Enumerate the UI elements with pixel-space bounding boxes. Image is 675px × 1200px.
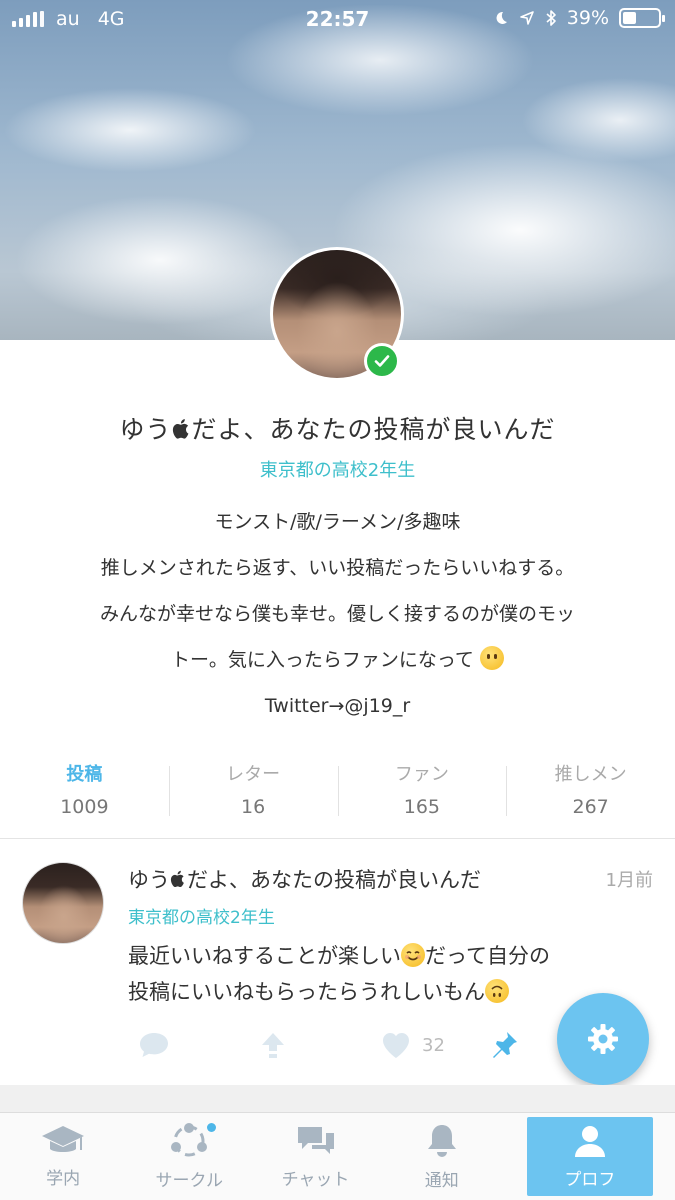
post-author-school: 東京都の高校2年生 — [128, 908, 275, 928]
bio-line: トー。気に入ったらファンになって — [20, 643, 655, 689]
status-bar: au 4G 22:57 39% — [0, 0, 675, 40]
tab-circle[interactable]: サークル — [126, 1113, 252, 1200]
stat-posts-tab[interactable]: 投稿 1009 — [0, 760, 169, 830]
bio-twitter-link[interactable]: Twitter→@j19_r — [20, 689, 655, 735]
chat-bubbles-icon — [297, 1127, 334, 1154]
bell-icon — [427, 1125, 456, 1157]
like-count: 32 — [422, 1034, 445, 1056]
comment-icon — [140, 1033, 168, 1057]
comment-button[interactable] — [138, 1025, 170, 1065]
post-author-name[interactable]: ゆう だよ、あなたの投稿が良いんだ — [128, 864, 481, 894]
apple-logo-icon — [170, 870, 184, 888]
profile-name-prefix: ゆう — [119, 415, 172, 444]
tab-label: 通知 — [424, 1171, 459, 1191]
tab-profile[interactable]: プロフ — [526, 1117, 654, 1196]
upside-down-face-emoji-icon — [485, 979, 509, 1003]
stat-value: 165 — [403, 796, 440, 818]
pin-icon — [493, 1032, 517, 1058]
bluetooth-icon — [546, 10, 556, 26]
stat-fans-tab[interactable]: ファン 165 — [337, 760, 507, 830]
tab-notifications[interactable]: 通知 — [379, 1113, 505, 1200]
like-button[interactable]: 32 — [380, 1025, 445, 1065]
smiling-face-emoji-icon — [401, 943, 425, 967]
app-screen: au 4G 22:57 39% ゆう だよ、あなたの投稿が良いんだ 東京都の高校2… — [0, 0, 675, 1200]
post-author-suffix: だよ、あなたの投稿が良いんだ — [187, 868, 481, 892]
bio-line: みんなが幸せなら僕も幸せ。優しく接するのが僕のモッ — [99, 603, 575, 625]
stat-label: 推しメン — [554, 764, 627, 785]
stat-label: 投稿 — [66, 764, 103, 785]
post-text: だって自分の — [425, 944, 550, 968]
tab-label: チャット — [281, 1170, 350, 1190]
apple-logo-icon — [172, 419, 188, 439]
graduation-cap-icon — [42, 1126, 85, 1152]
stat-value: 267 — [572, 796, 609, 818]
bio-line: モンスト/歌/ラーメン/多趣味 — [214, 511, 461, 533]
tab-chat[interactable]: チャット — [252, 1113, 378, 1200]
bottom-tab-bar: 学内 サークル チャット 通知 プロフ — [0, 1112, 675, 1200]
battery-icon — [619, 8, 665, 28]
gear-icon — [588, 1024, 618, 1054]
battery-level — [623, 12, 637, 24]
verified-check-icon — [364, 343, 400, 379]
repost-button[interactable] — [258, 1025, 288, 1065]
post-text: 投稿にいいねもらったらうれしいもん — [128, 980, 485, 1004]
person-icon — [574, 1126, 605, 1157]
profile-name-suffix: だよ、あなたの投稿が良いんだ — [191, 415, 556, 444]
tab-label: サークル — [155, 1171, 224, 1191]
bio-line: 推しメンされたら返す、いい投稿だったらいいねする。 — [100, 557, 575, 579]
profile-bio: モンスト/歌/ラーメン/多趣味 推しメンされたら返す、いい投稿だったらいいねする… — [20, 505, 655, 735]
post-text: 最近いいねすることが楽しい — [128, 944, 401, 968]
tab-label: プロフ — [564, 1170, 616, 1190]
post-author-avatar[interactable] — [22, 862, 104, 944]
neutral-face-emoji-icon — [479, 646, 504, 670]
profile-avatar[interactable] — [270, 247, 404, 381]
post-timestamp: 1月前 — [605, 870, 653, 891]
tab-campus[interactable]: 学内 — [0, 1113, 126, 1200]
moon-icon — [496, 11, 507, 24]
location-icon — [519, 11, 534, 25]
heart-icon — [383, 1033, 409, 1058]
battery-percent: 39% — [566, 7, 609, 29]
section-spacer — [0, 1085, 675, 1112]
settings-fab-button[interactable] — [557, 993, 649, 1085]
profile-school: 東京都の高校2年生 — [259, 460, 416, 481]
profile-name: ゆう だよ、あなたの投稿が良いんだ — [0, 410, 675, 446]
divider — [0, 838, 675, 839]
stat-value: 1009 — [60, 796, 109, 818]
tab-label: 学内 — [46, 1169, 81, 1189]
stat-letters-tab[interactable]: レター 16 — [168, 760, 338, 830]
pin-button[interactable] — [488, 1025, 520, 1065]
profile-stats: 投稿 1009 レター 16 ファン 165 推しメン 267 — [0, 760, 675, 830]
stat-label: レター — [226, 764, 281, 785]
circle-network-icon — [171, 1123, 208, 1157]
stat-oshimen-tab[interactable]: 推しメン 267 — [506, 760, 675, 830]
bio-line-text: トー。気に入ったらファンになって — [171, 649, 474, 671]
arrow-up-icon — [262, 1033, 284, 1058]
notification-dot — [207, 1123, 217, 1132]
post-author-prefix: ゆう — [128, 868, 170, 892]
post-body[interactable]: 最近いいねすることが楽しい だって自分の 投稿にいいねもらったらうれしいもん — [128, 938, 648, 1010]
post-actions: 32 — [128, 1025, 528, 1065]
stat-label: ファン — [394, 764, 449, 785]
stat-value: 16 — [241, 796, 266, 818]
